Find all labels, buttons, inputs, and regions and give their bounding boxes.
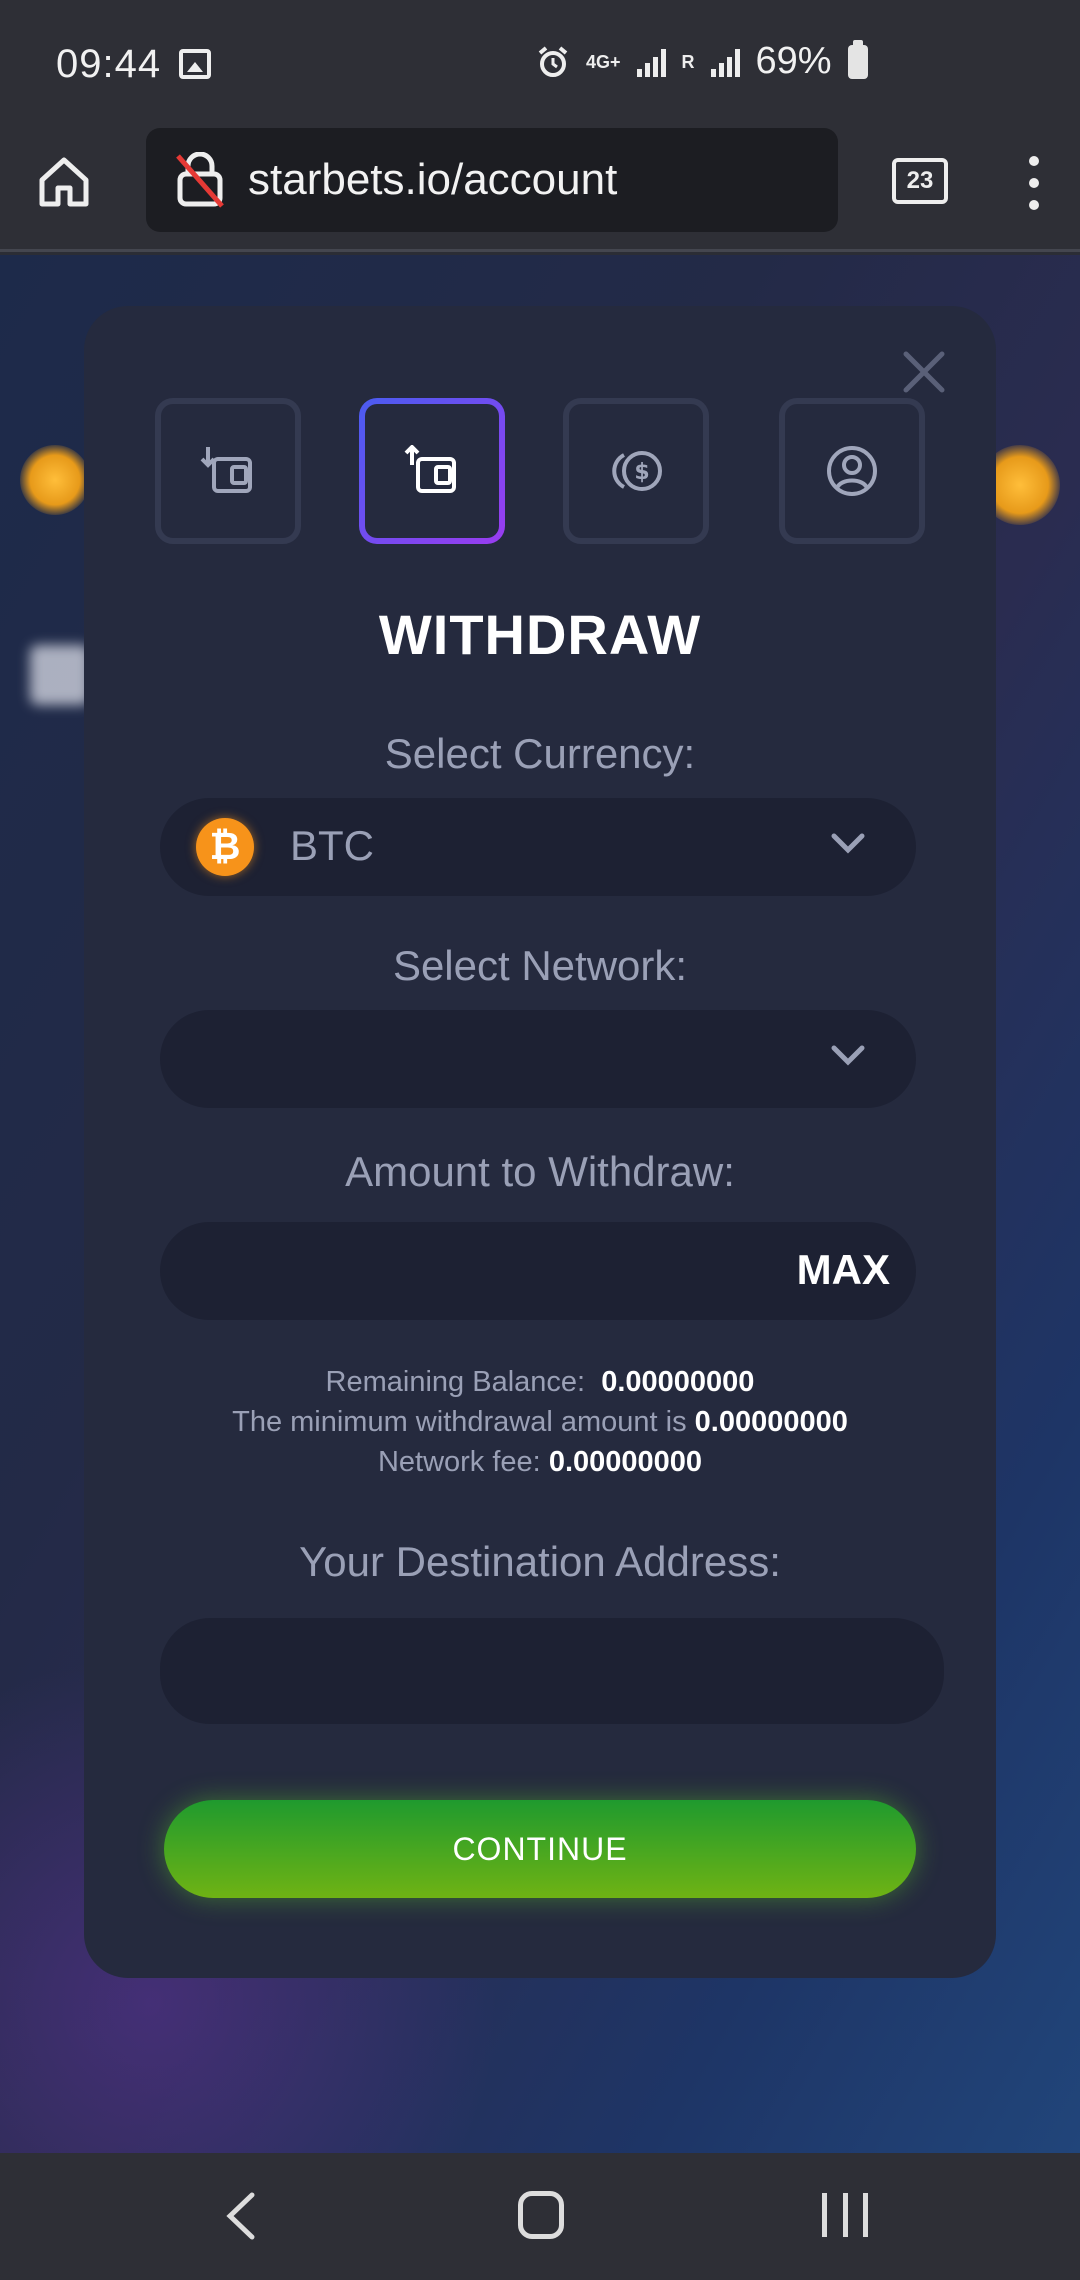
alarm-icon	[538, 45, 568, 77]
tab-withdraw[interactable]	[359, 398, 505, 544]
destination-address-input[interactable]	[160, 1618, 944, 1724]
continue-button[interactable]: CONTINUE	[164, 1800, 916, 1898]
currency-value: BTC	[290, 822, 374, 869]
svg-text:$: $	[634, 460, 649, 485]
url-text[interactable]: starbets.io/account	[248, 155, 617, 205]
network-label: Select Network:	[392, 942, 688, 989]
network-fee-label: Network fee:	[377, 1446, 541, 1478]
network-fee-line: Network fee: 0.00000000	[84, 1446, 996, 1479]
modal-title: WITHDRAW	[378, 603, 702, 666]
max-button[interactable]: MAX	[797, 1246, 890, 1294]
coin-exchange-icon: $	[612, 451, 662, 491]
minimum-withdrawal-label: The minimum withdrawal amount is	[232, 1406, 687, 1438]
status-time: 09:44	[56, 41, 162, 86]
network-type-label: 4G+	[586, 51, 621, 72]
image-notification-icon	[179, 49, 212, 79]
battery-icon	[847, 39, 868, 79]
browser-toolbar: starbets.io/account 23	[0, 128, 1080, 252]
wallet-deposit-icon	[200, 447, 252, 493]
insecure-lock-icon[interactable]	[174, 152, 226, 208]
back-icon[interactable]	[222, 2191, 258, 2241]
remaining-balance-line: Remaining Balance: 0.00000000	[84, 1366, 996, 1399]
tab-count: 23	[906, 167, 934, 194]
recent-apps-icon[interactable]	[822, 2193, 868, 2237]
signal-2-icon	[710, 47, 740, 77]
roaming-label: R	[681, 51, 695, 72]
home-button[interactable]	[518, 2191, 564, 2239]
amount-label: Amount to Withdraw:	[345, 1148, 735, 1195]
wallet-modal: $ WITHDRAW Select Currency: ₿ BTC Select…	[84, 306, 996, 1978]
status-icons: 4G+ R 69%	[536, 39, 868, 83]
user-circle-icon	[827, 446, 877, 496]
currency-label: Select Currency:	[384, 730, 696, 777]
remaining-balance-label: Remaining Balance:	[325, 1366, 586, 1398]
tab-profile[interactable]	[779, 398, 925, 544]
status-bar: 09:44 4G+ R 69%	[0, 0, 1080, 128]
background-coin-left	[20, 445, 90, 515]
tab-exchange[interactable]: $	[563, 398, 709, 544]
browser-menu-icon[interactable]	[1026, 156, 1042, 210]
background-blurred-content	[30, 645, 90, 705]
network-fee-value: 0.00000000	[548, 1446, 703, 1478]
tab-switcher-button[interactable]: 23	[892, 158, 948, 204]
chevron-down-icon	[831, 1045, 865, 1066]
signal-1-icon	[636, 47, 666, 77]
chevron-down-icon	[831, 833, 865, 854]
close-icon[interactable]	[900, 348, 948, 396]
home-icon[interactable]	[34, 152, 94, 212]
address-label: Your Destination Address:	[299, 1538, 781, 1585]
minimum-withdrawal-line: The minimum withdrawal amount is 0.00000…	[84, 1406, 996, 1439]
address-bar[interactable]: starbets.io/account	[146, 128, 838, 232]
system-navigation-bar	[0, 2153, 1080, 2280]
network-select[interactable]	[160, 1010, 916, 1108]
bitcoin-icon: ₿	[196, 818, 254, 876]
currency-select[interactable]: ₿ BTC	[160, 798, 916, 896]
minimum-withdrawal-value: 0.00000000	[694, 1406, 848, 1438]
battery-percent: 69%	[755, 40, 832, 82]
wallet-withdraw-icon	[404, 445, 456, 493]
amount-input[interactable]: MAX	[160, 1222, 916, 1320]
tab-deposit[interactable]	[155, 398, 301, 544]
remaining-balance-value: 0.00000000	[601, 1366, 755, 1398]
